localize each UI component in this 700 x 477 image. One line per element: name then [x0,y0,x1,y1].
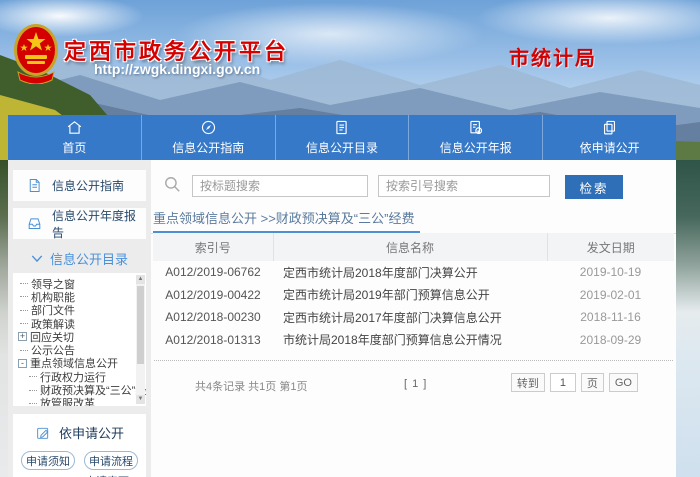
tree-item-label: 放管服改革 [40,395,95,406]
header-index-no: 索引号 [153,233,273,261]
application-panel: 依申请公开 申请须知 申请流程 在线申请 申请表下载 [13,414,146,477]
apply-process-button[interactable]: 申请流程 [84,451,138,470]
breadcrumb[interactable]: 重点领域信息公开 >>财政预决算及“三公”经费 [153,208,420,233]
expand-icon[interactable]: + [18,332,27,341]
table-row: A012/2018-01313市统计局2018年度部门预算信息公开情况2018-… [153,329,674,352]
national-emblem-logo [12,22,60,84]
nav-item-label: 依申请公开 [580,139,640,156]
table-row: A012/2018-00230定西市统计局2017年度部门决算信息公开2018-… [153,306,674,329]
scroll-down-icon[interactable]: ▼ [136,395,145,404]
record-link[interactable]: 定西市统计局2017年度部门决算信息公开 [273,306,547,329]
go-button[interactable]: GO [609,373,638,392]
pagination-summary: 共4条记录 共1页 第1页 [195,378,307,394]
apply-notice-button[interactable]: 申请须知 [21,451,75,470]
cell-index-no: A012/2019-00422 [153,284,273,307]
document-list-icon [333,119,350,136]
tree-connector [20,350,28,351]
nav-item-label: 信息公开年报 [440,139,512,156]
site-header: 定西市政务公开平台 http://zwgk.dingxi.gov.cn 市统计局 [0,0,700,115]
table-row: A012/2019-00422定西市统计局2019年部门预算信息公开2019-0… [153,284,674,307]
header-publish-date: 发文日期 [547,233,674,261]
cell-date: 2019-02-01 [547,284,674,307]
header-info-name: 信息名称 [273,233,547,261]
application-panel-header: 依申请公开 [13,423,146,442]
main-nav: 首页 信息公开指南 信息公开目录 信息公开年报 依申请公开 [8,115,676,160]
tree-item[interactable]: 放管服改革 [18,397,132,406]
pencil-icon [35,425,51,441]
cell-index-no: A012/2018-01313 [153,329,273,352]
record-link[interactable]: 市统计局2018年度部门预算信息公开情况 [273,329,547,352]
tree-scrollbar[interactable]: ▲ ▼ [136,275,145,404]
cell-date: 2019-10-19 [547,261,674,284]
scroll-up-icon[interactable]: ▲ [136,275,145,284]
directory-tree: ▲ ▼ 领导之窗机构职能部门文件政策解读+回应关切公示公告-重点领域信息公开行政… [13,273,146,406]
left-background-strip [0,160,8,477]
tree-connector [20,310,28,311]
application-buttons: 申请须知 申请流程 在线申请 申请表下载 [13,442,146,477]
site-url: http://zwgk.dingxi.gov.cn [94,61,260,77]
sidebar-item-guide[interactable]: 信息公开指南 [13,170,146,201]
main-content: 检索 重点领域信息公开 >>财政预决算及“三公”经费 索引号 信息名称 发文日期… [151,160,676,477]
sidebar: 信息公开指南 信息公开年度报告 信息公开目录 ▲ ▼ 领导之窗机构职能部门文件政… [8,160,151,477]
search-icon [163,175,182,194]
pagination-controls: 转到 页 GO [511,373,638,392]
records-table: 索引号 信息名称 发文日期 A012/2019-06762定西市统计局2018年… [153,233,674,351]
nav-item-label: 信息公开目录 [306,139,378,156]
nav-item-label: 信息公开指南 [172,139,244,156]
tree-connector [29,390,37,391]
sidebar-item-label: 信息公开年度报告 [52,207,146,241]
scrollbar-thumb[interactable] [137,286,144,364]
record-link[interactable]: 定西市统计局2019年部门预算信息公开 [273,284,547,307]
tree-connector [20,296,28,297]
tree-connector [20,323,28,324]
sidebar-item-annual-report[interactable]: 信息公开年度报告 [13,208,146,239]
right-background-strip [676,160,700,477]
title-search-input[interactable] [192,175,368,197]
nav-item-directory[interactable]: 信息公开目录 [275,115,409,160]
current-page-indicator[interactable]: [ 1 ] [404,378,427,390]
index-search-input[interactable] [378,175,550,197]
goto-label: 转到 [511,373,545,392]
collapse-icon[interactable]: - [18,359,27,368]
cell-index-no: A012/2019-06762 [153,261,273,284]
tree-connector [20,283,28,284]
cell-index-no: A012/2018-00230 [153,306,273,329]
chevron-down-icon [31,254,43,263]
record-link[interactable]: 定西市统计局2018年度部门决算公开 [273,261,547,284]
application-panel-title: 依申请公开 [59,423,124,442]
nav-item-home[interactable]: 首页 [8,115,141,160]
records-table-body: A012/2019-06762定西市统计局2018年度部门决算公开2019-10… [153,261,674,351]
sidebar-directory-label: 信息公开目录 [50,249,128,268]
sidebar-directory-header[interactable]: 信息公开目录 [8,246,151,270]
compass-icon [200,119,217,136]
cell-date: 2018-09-29 [547,329,674,352]
table-row: A012/2019-06762定西市统计局2018年度部门决算公开2019-10… [153,261,674,284]
nav-item-annual-report[interactable]: 信息公开年报 [408,115,542,160]
nav-item-application[interactable]: 依申请公开 [542,115,676,160]
pagination: 共4条记录 共1页 第1页 [ 1 ] 转到 页 GO [151,373,676,395]
breadcrumb-bar: 重点领域信息公开 >>财政预决算及“三公”经费 [151,208,676,234]
inbox-icon [26,215,43,232]
department-name: 市统计局 [509,42,597,71]
report-check-icon [467,119,484,136]
table-header-row: 索引号 信息名称 发文日期 [153,233,674,261]
nav-item-label: 首页 [62,139,86,156]
cell-date: 2018-11-16 [547,306,674,329]
page-unit-label: 页 [581,373,604,392]
nav-item-guide[interactable]: 信息公开指南 [141,115,275,160]
tree-connector [29,376,37,377]
search-button[interactable]: 检索 [565,175,623,199]
copy-pages-icon [601,119,618,136]
tree-connector [29,403,37,404]
sidebar-item-label: 信息公开指南 [52,177,124,194]
divider [154,360,673,361]
page-number-input[interactable] [550,373,576,392]
document-icon [26,177,43,194]
home-icon [66,119,83,136]
